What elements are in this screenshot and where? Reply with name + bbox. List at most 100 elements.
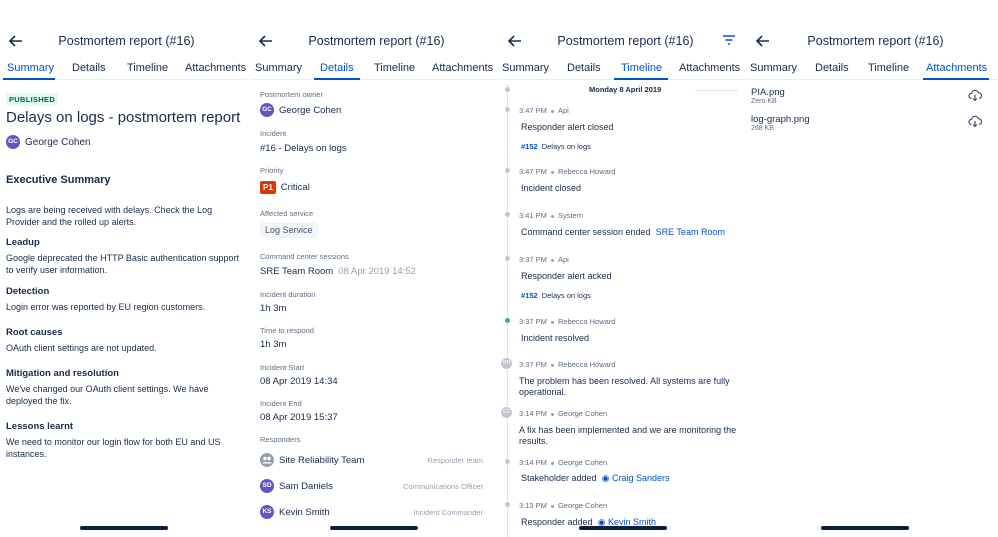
- event-actor: Rebecca Howard: [557, 317, 616, 326]
- timeline-dot: [505, 318, 510, 323]
- tab-summary[interactable]: Summary: [502, 62, 549, 74]
- responder-row[interactable]: Site Reliability Team Responder team: [260, 453, 483, 467]
- event-meta: 3:14 PM George Cohen: [519, 409, 607, 418]
- alert-tag[interactable]: #152 Delays on logs: [521, 142, 591, 151]
- session-value[interactable]: SRE Team Room 08 Apr 2019 14:52: [260, 266, 416, 277]
- divider: [695, 90, 738, 91]
- attachments-screen: Postmortem report (#16) Summary Details …: [747, 0, 998, 537]
- event-actor: Api: [557, 255, 569, 264]
- session-link[interactable]: SRE Team Room: [656, 227, 725, 237]
- event-text: Incident closed: [521, 183, 582, 193]
- event-meta: 3:37 PM Rebecca Howard: [519, 360, 615, 369]
- dot-separator: [550, 170, 554, 174]
- page-title: Postmortem report (#16): [58, 34, 195, 48]
- app-header: Postmortem report (#16): [747, 30, 998, 54]
- tab-details[interactable]: Details: [320, 62, 354, 74]
- tab-timeline[interactable]: Timeline: [127, 62, 168, 74]
- tab-bar: Summary Details Timeline Attachments: [0, 60, 247, 80]
- active-tab-indicator: [923, 78, 989, 80]
- tab-bar: Summary Details Timeline Attachments: [250, 60, 497, 80]
- event-meta: 3:41 PM System: [519, 211, 583, 220]
- event-text: Stakeholder added ◉ Craig Sanders: [521, 473, 669, 484]
- avatar: GC: [260, 103, 274, 117]
- event-actor: George Cohen: [557, 458, 608, 467]
- active-tab-indicator: [614, 78, 668, 80]
- person-link[interactable]: ◉ Craig Sanders: [602, 473, 670, 483]
- file-size: 268 KB: [751, 125, 774, 132]
- end-value: 08 Apr 2019 15:37: [260, 412, 338, 423]
- event-text-main: Stakeholder added: [521, 473, 597, 483]
- incident-link[interactable]: #16 - Delays on logs: [260, 143, 347, 154]
- dot-separator: [550, 504, 554, 508]
- home-indicator: [330, 526, 418, 530]
- responder-row[interactable]: SD Sam Daniels Communications Officer: [260, 479, 483, 493]
- responder-row[interactable]: KS Kevin Smith Incident Commander: [260, 505, 483, 519]
- dot-separator: [550, 109, 554, 113]
- section-text: OAuth client settings are not updated.: [6, 343, 157, 353]
- active-tab-indicator: [314, 78, 360, 80]
- status-badge: PUBLISHED: [6, 93, 59, 106]
- event-actor: George Cohen: [557, 501, 608, 510]
- page-title: Postmortem report (#16): [557, 34, 694, 48]
- attachment-item[interactable]: PIA.png Zero KB: [751, 87, 785, 105]
- app-header: Postmortem report (#16): [0, 30, 247, 54]
- tab-attachments[interactable]: Attachments: [679, 62, 740, 74]
- tab-attachments[interactable]: Attachments: [432, 62, 493, 74]
- tab-attachments[interactable]: Attachments: [185, 62, 246, 74]
- tab-details[interactable]: Details: [815, 62, 849, 74]
- event-time: 3:41 PM: [519, 211, 547, 220]
- responder-name: Sam Daniels: [279, 480, 333, 492]
- section-title: Lessons learnt: [6, 421, 74, 432]
- date-header: Monday 8 April 2019: [519, 85, 738, 95]
- app-header: Postmortem report (#16): [499, 30, 746, 54]
- tab-summary[interactable]: Summary: [255, 62, 302, 74]
- responders-label: Responders: [260, 435, 301, 444]
- tab-timeline[interactable]: Timeline: [374, 62, 415, 74]
- dot-separator: [550, 461, 554, 465]
- author: GC George Cohen: [6, 135, 91, 149]
- event-time: 3:37 PM: [519, 317, 547, 326]
- priority-label: Priority: [260, 166, 284, 175]
- tab-details[interactable]: Details: [72, 62, 106, 74]
- page-title: Postmortem report (#16): [308, 34, 445, 48]
- event-actor: Api: [557, 106, 569, 115]
- event-meta: 3:47 PM Rebecca Howard: [519, 167, 615, 176]
- event-text: Command center session ended SRE Team Ro…: [521, 227, 725, 237]
- timeline-dot: [505, 459, 510, 464]
- event-meta: 3:37 PM Rebecca Howard: [519, 317, 615, 326]
- end-label: Incident End: [260, 399, 302, 408]
- event-text: Incident resolved: [521, 333, 590, 343]
- service-label: Affected service: [260, 209, 314, 218]
- section-text: We've changed our OAuth client settings.…: [6, 384, 209, 406]
- avatar: RH: [501, 358, 512, 369]
- tab-summary[interactable]: Summary: [7, 62, 54, 74]
- alert-tag[interactable]: #152 Delays on logs: [521, 291, 591, 300]
- tab-timeline[interactable]: Timeline: [868, 62, 909, 74]
- date-label: Monday 8 April 2019: [589, 85, 662, 94]
- responder-name: Kevin Smith: [279, 506, 330, 518]
- user-icon: ◉: [601, 473, 610, 483]
- tab-summary[interactable]: Summary: [750, 62, 797, 74]
- tab-timeline[interactable]: Timeline: [621, 62, 662, 74]
- event-time: 3:37 PM: [519, 255, 547, 264]
- cloud-download-icon[interactable]: [968, 89, 982, 101]
- event-meta: 3:47 PM Api: [519, 106, 569, 115]
- attachment-item[interactable]: log-graph.png 268 KB: [751, 114, 810, 132]
- event-time: 3:13 PM: [519, 501, 547, 510]
- event-text: Responder alert closed: [521, 122, 614, 132]
- home-indicator: [579, 526, 667, 530]
- priority-value: P1 Critical: [260, 181, 310, 194]
- file-name: log-graph.png: [751, 114, 810, 125]
- tab-attachments[interactable]: Attachments: [926, 62, 987, 74]
- start-value: 08 Apr 2019 14:34: [260, 376, 338, 387]
- session-name: SRE Team Room: [260, 266, 334, 277]
- filter-icon[interactable]: [722, 34, 736, 46]
- priority-text: Critical: [280, 182, 310, 193]
- alert-id: #152: [521, 142, 538, 151]
- cloud-download-icon[interactable]: [968, 115, 982, 127]
- service-chip[interactable]: Log Service: [260, 222, 318, 238]
- home-indicator: [821, 526, 909, 530]
- dot-separator: [550, 363, 554, 367]
- tab-details[interactable]: Details: [567, 62, 601, 74]
- report-heading: Delays on logs - postmortem report: [6, 109, 241, 126]
